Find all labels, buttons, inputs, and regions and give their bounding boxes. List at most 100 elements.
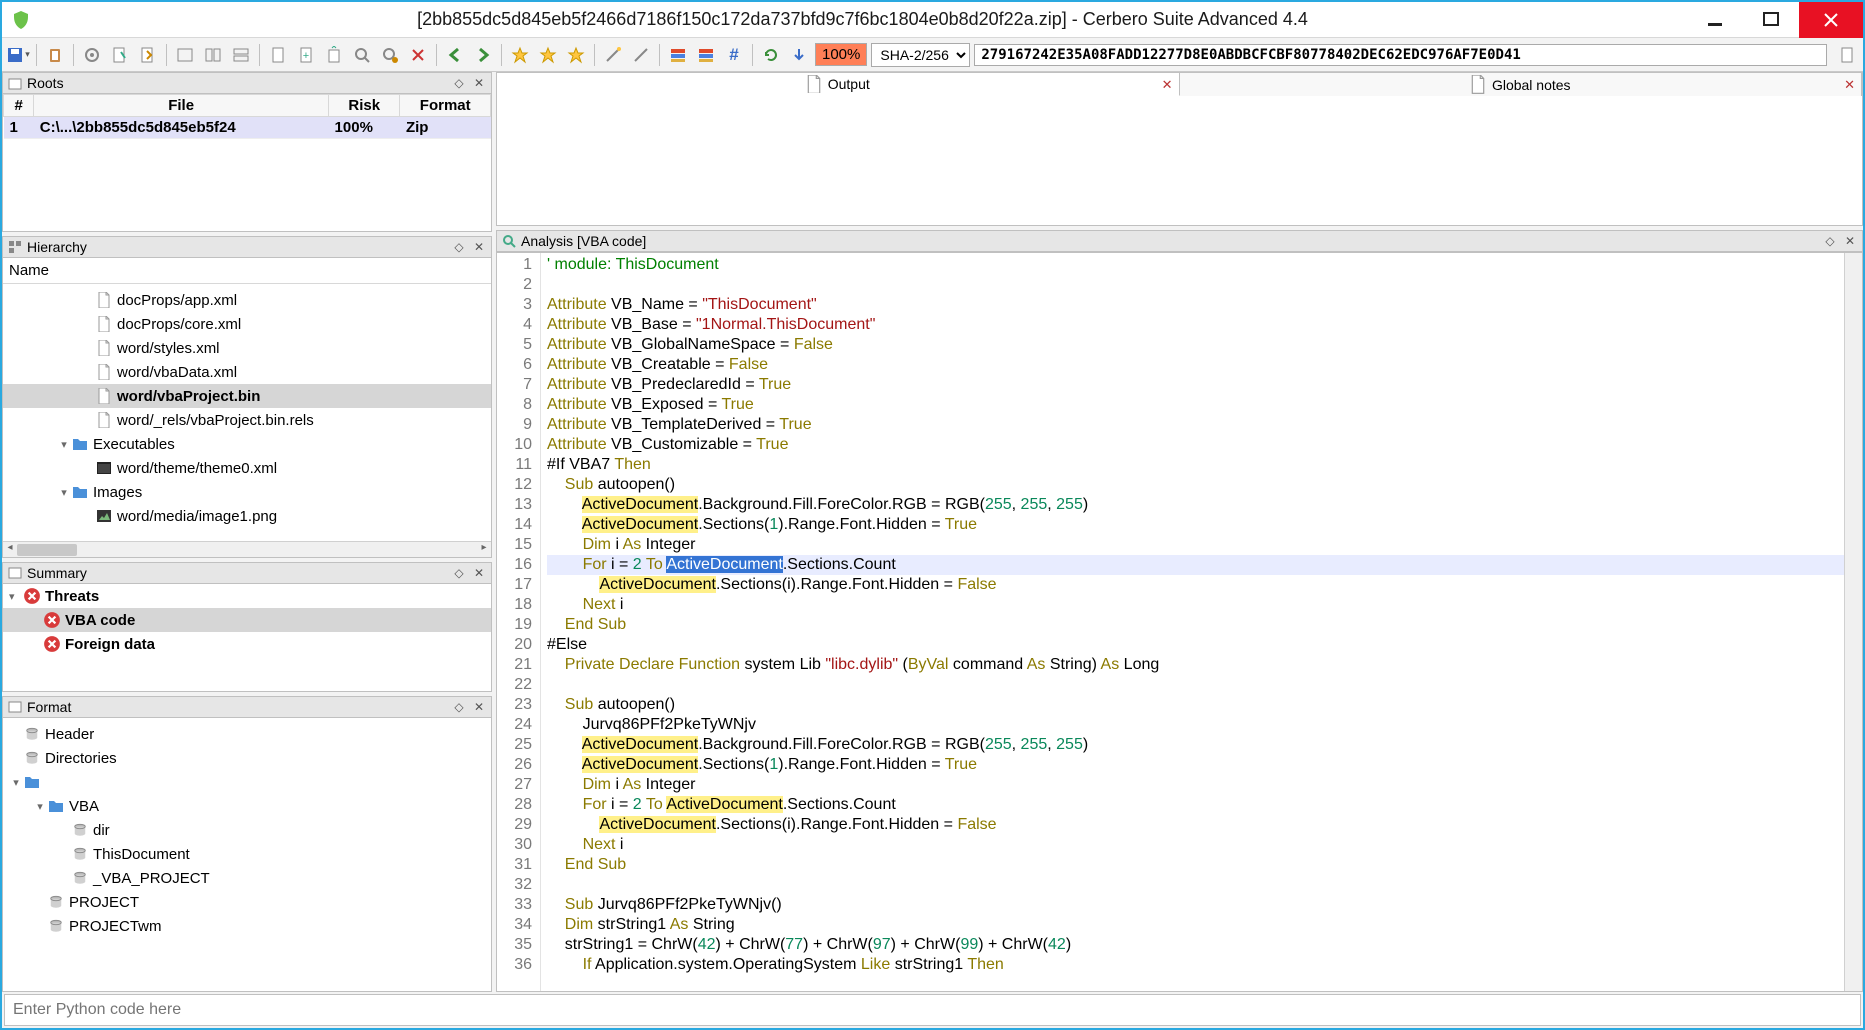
code-line[interactable]: Private Declare Function system Lib "lib… — [547, 655, 1844, 675]
layout2-button[interactable] — [229, 43, 253, 67]
summary-item[interactable]: ▾Threats — [3, 584, 491, 608]
copy-hash-button[interactable] — [1835, 43, 1859, 67]
code-line[interactable]: Attribute VB_Creatable = False — [547, 355, 1844, 375]
code-line[interactable]: Sub autoopen() — [547, 475, 1844, 495]
tree-item[interactable]: word/_rels/vbaProject.bin.rels — [3, 408, 491, 432]
clipboard-button[interactable] — [43, 43, 67, 67]
tree-item[interactable]: ▾Images — [3, 480, 491, 504]
output-panel-body[interactable] — [496, 96, 1863, 226]
roots-panel-header[interactable]: Roots ◇ ✕ — [2, 72, 492, 94]
code-line[interactable]: ActiveDocument.Background.Fill.ForeColor… — [547, 735, 1844, 755]
code-line[interactable]: For i = 2 To ActiveDocument.Sections.Cou… — [547, 795, 1844, 815]
forward-button[interactable] — [471, 43, 495, 67]
tab-output[interactable]: Output✕ — [497, 73, 1180, 96]
dock-icon[interactable]: ◇ — [451, 565, 467, 581]
tree-item[interactable]: docProps/core.xml — [3, 312, 491, 336]
code-line[interactable]: ' module: ThisDocument — [547, 255, 1844, 275]
table-header[interactable]: Risk — [329, 95, 400, 117]
report-button[interactable] — [108, 43, 132, 67]
code-line[interactable]: For i = 2 To ActiveDocument.Sections.Cou… — [547, 555, 1844, 575]
add-page-button[interactable]: + — [294, 43, 318, 67]
code-line[interactable]: ActiveDocument.Sections(i).Range.Font.Hi… — [547, 815, 1844, 835]
tree-item[interactable]: _VBA_PROJECT — [3, 866, 491, 890]
wand2-button[interactable] — [629, 43, 653, 67]
panel-close-icon[interactable]: ✕ — [471, 565, 487, 581]
dock-icon[interactable]: ◇ — [451, 239, 467, 255]
tree-item[interactable]: ThisDocument — [3, 842, 491, 866]
summary-tree[interactable]: ▾ThreatsVBA codeForeign data — [3, 584, 491, 656]
panel-close-icon[interactable]: ✕ — [471, 75, 487, 91]
tree-item[interactable]: word/vbaData.xml — [3, 360, 491, 384]
table-header[interactable]: File — [34, 95, 329, 117]
maximize-button[interactable] — [1743, 2, 1799, 38]
code-line[interactable]: If Application.system.OperatingSystem Li… — [547, 955, 1844, 975]
code-line[interactable] — [547, 275, 1844, 295]
tree-item[interactable]: ▾ — [3, 770, 491, 794]
code-editor[interactable]: 1234567891011121314151617181920212223242… — [496, 252, 1863, 992]
wand-button[interactable] — [601, 43, 625, 67]
format-tree[interactable]: HeaderDirectories▾▾VBAdirThisDocument_VB… — [3, 718, 491, 942]
tab-global-notes[interactable]: Global notes✕ — [1180, 73, 1863, 96]
tree-item[interactable]: Directories — [3, 746, 491, 770]
code-line[interactable]: #Else — [547, 635, 1844, 655]
dock-icon[interactable]: ◇ — [451, 75, 467, 91]
code-line[interactable]: #If VBA7 Then — [547, 455, 1844, 475]
bookmark1-button[interactable] — [508, 43, 532, 67]
code-line[interactable]: Attribute VB_PredeclaredId = True — [547, 375, 1844, 395]
code-line[interactable]: strString1 = ChrW(42) + ChrW(77) + ChrW(… — [547, 935, 1844, 955]
code-line[interactable]: ActiveDocument.Sections(1).Range.Font.Hi… — [547, 755, 1844, 775]
layout-button[interactable] — [201, 43, 225, 67]
code-line[interactable]: End Sub — [547, 855, 1844, 875]
hierarchy-column-header[interactable]: Name — [3, 258, 491, 284]
close-icon[interactable]: ✕ — [1162, 77, 1173, 93]
tree-item[interactable]: word/styles.xml — [3, 336, 491, 360]
hash-algo-select[interactable]: SHA-2/256 — [871, 43, 970, 67]
code-line[interactable]: Dim i As Integer — [547, 775, 1844, 795]
code-line[interactable]: ActiveDocument.Background.Fill.ForeColor… — [547, 495, 1844, 515]
filter-button[interactable] — [666, 43, 690, 67]
bookmark2-button[interactable] — [536, 43, 560, 67]
summary-item[interactable]: Foreign data — [3, 632, 491, 656]
tree-item[interactable]: word/media/image1.png — [3, 504, 491, 528]
summary-item[interactable]: VBA code — [3, 608, 491, 632]
export-button[interactable] — [136, 43, 160, 67]
format-panel-header[interactable]: Format ◇ ✕ — [2, 696, 492, 718]
code-line[interactable]: End Sub — [547, 615, 1844, 635]
close-icon[interactable]: ✕ — [1844, 77, 1855, 93]
tree-item[interactable]: word/vbaProject.bin — [3, 384, 491, 408]
code-line[interactable]: Attribute VB_TemplateDerived = True — [547, 415, 1844, 435]
code-line[interactable]: Attribute VB_Exposed = True — [547, 395, 1844, 415]
filter2-button[interactable] — [694, 43, 718, 67]
code-content[interactable]: ' module: ThisDocument Attribute VB_Name… — [541, 253, 1844, 991]
python-input[interactable] — [13, 1001, 1852, 1019]
bookmark3-button[interactable] — [564, 43, 588, 67]
tree-item[interactable]: dir — [3, 818, 491, 842]
code-line[interactable]: Dim strString1 As String — [547, 915, 1844, 935]
analysis-panel-header[interactable]: Analysis [VBA code] ◇ ✕ — [496, 230, 1863, 252]
table-header[interactable]: # — [4, 95, 34, 117]
code-line[interactable]: Dim i As Integer — [547, 535, 1844, 555]
tree-item[interactable]: ▾VBA — [3, 794, 491, 818]
panel-close-icon[interactable]: ✕ — [1842, 233, 1858, 249]
code-line[interactable]: Sub autoopen() — [547, 695, 1844, 715]
hierarchy-tree[interactable]: docProps/app.xmldocProps/core.xmlword/st… — [3, 284, 491, 541]
code-line[interactable]: Attribute VB_GlobalNameSpace = False — [547, 335, 1844, 355]
table-header[interactable]: Format — [400, 95, 491, 117]
vertical-scrollbar[interactable] — [1844, 253, 1862, 991]
code-line[interactable]: Attribute VB_Customizable = True — [547, 435, 1844, 455]
page-button[interactable] — [266, 43, 290, 67]
refresh-button[interactable] — [759, 43, 783, 67]
down-button[interactable] — [787, 43, 811, 67]
delete-button[interactable] — [406, 43, 430, 67]
tree-item[interactable]: ▾Executables — [3, 432, 491, 456]
horizontal-scrollbar[interactable]: ◂ ▸ — [3, 541, 491, 557]
table-row[interactable]: 1C:\...\2bb855dc5d845eb5f24100%Zip — [4, 117, 491, 139]
zoom-button[interactable] — [350, 43, 374, 67]
window-list-button[interactable] — [173, 43, 197, 67]
summary-panel-header[interactable]: Summary ◇ ✕ — [2, 562, 492, 584]
code-line[interactable]: Attribute VB_Name = "ThisDocument" — [547, 295, 1844, 315]
code-line[interactable]: Attribute VB_Base = "1Normal.ThisDocumen… — [547, 315, 1844, 335]
hash-icon[interactable]: # — [722, 43, 746, 67]
code-line[interactable]: Next i — [547, 835, 1844, 855]
minimize-button[interactable] — [1687, 2, 1743, 38]
